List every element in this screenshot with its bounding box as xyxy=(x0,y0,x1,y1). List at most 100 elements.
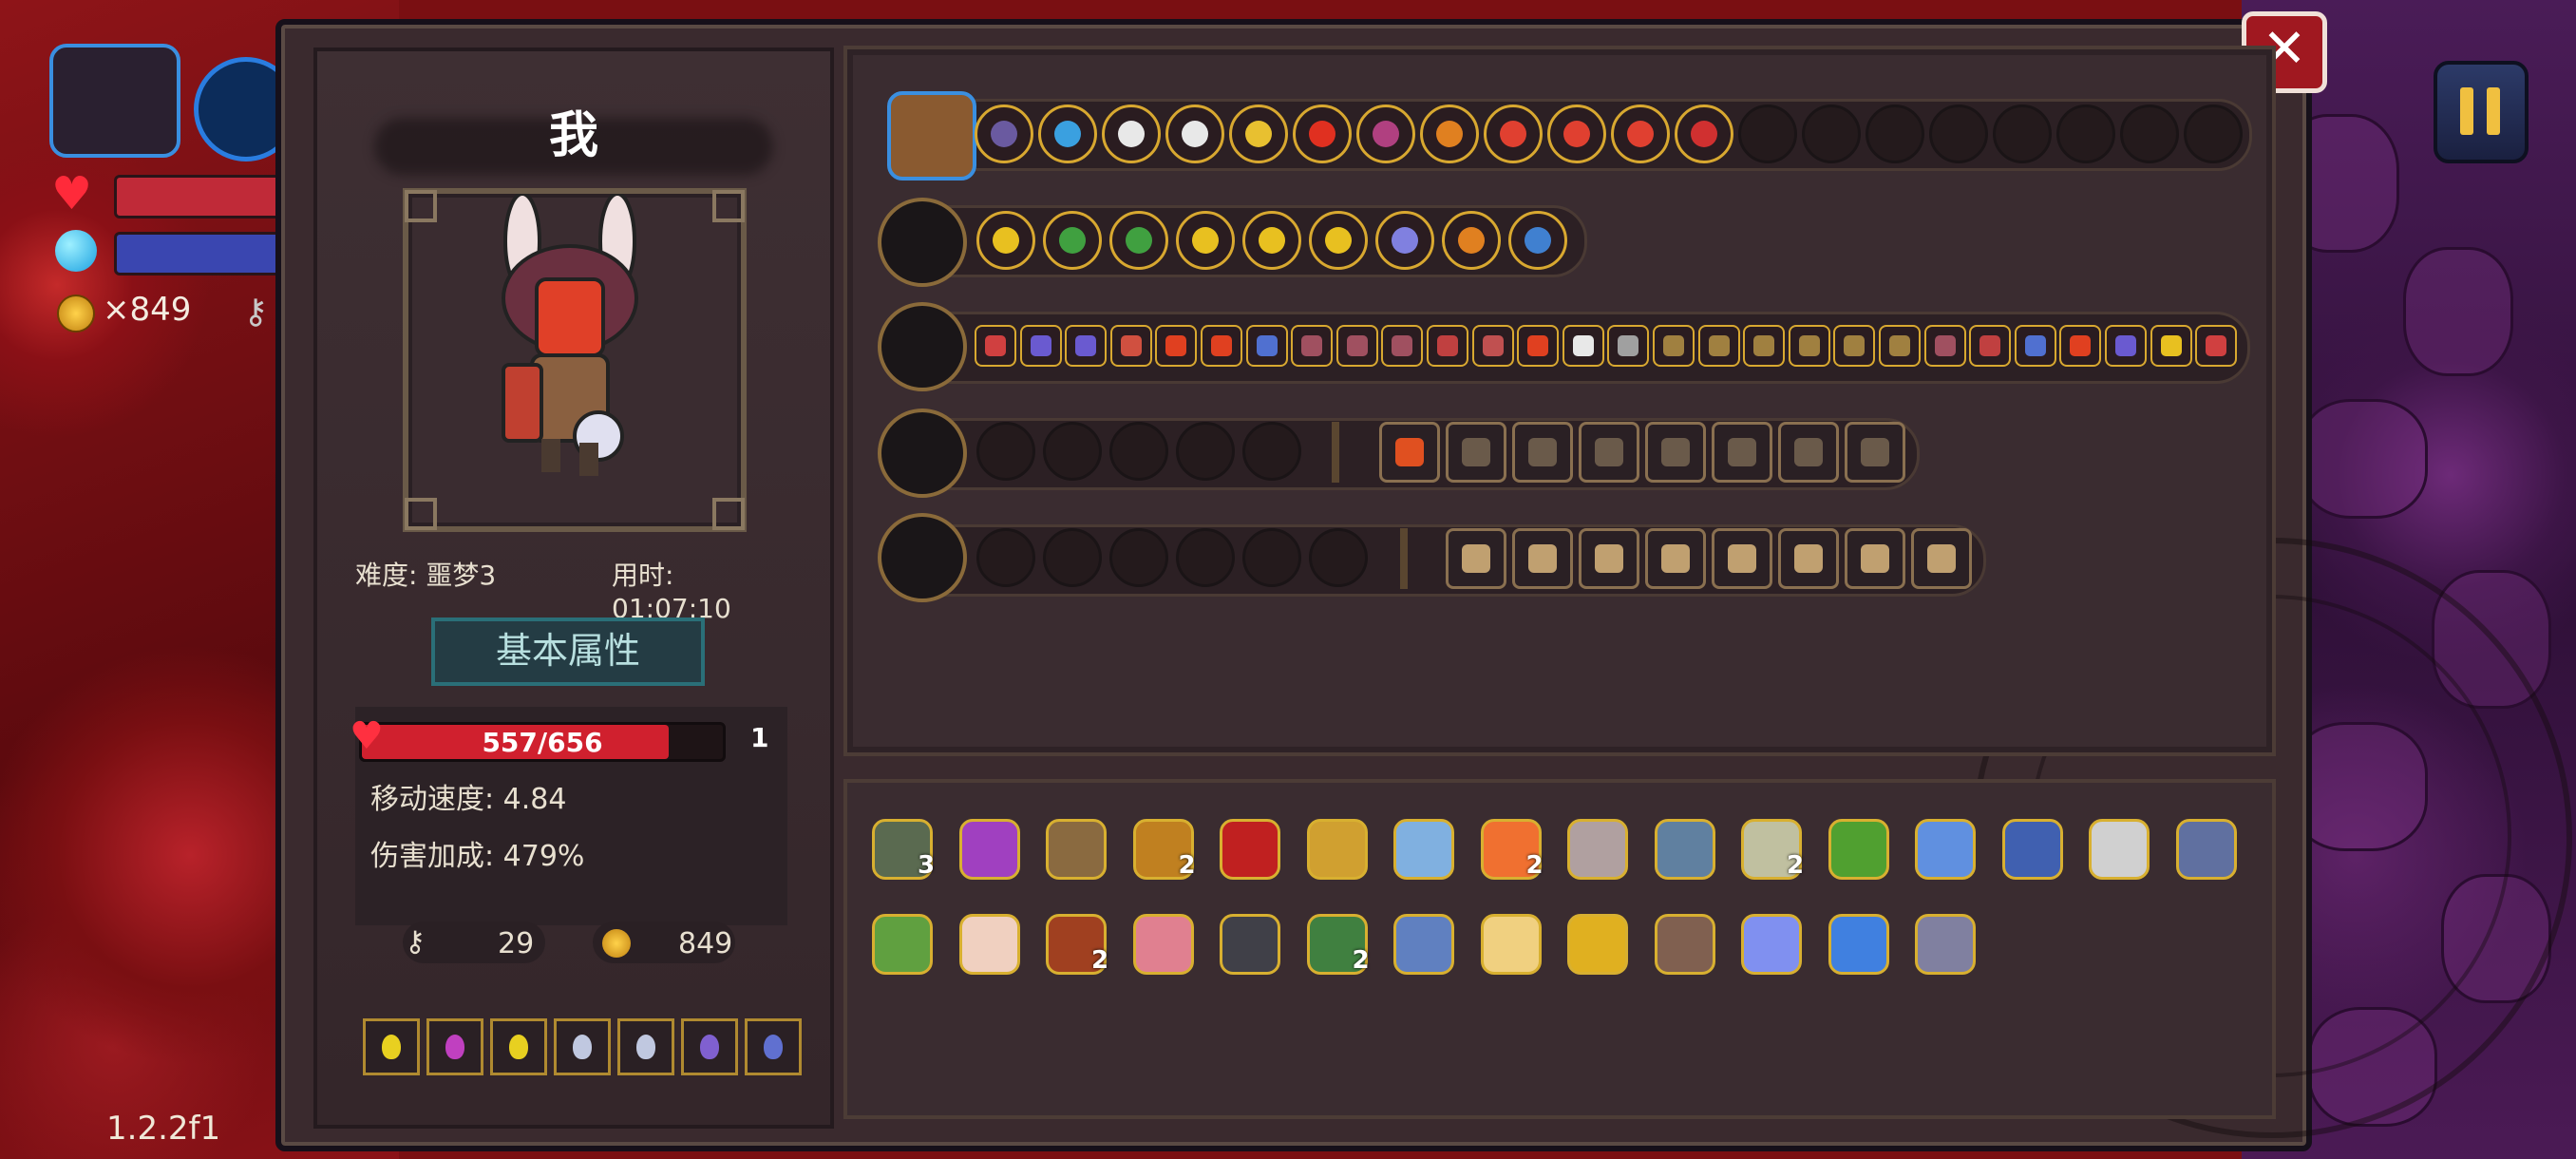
passive-item[interactable]: 3 xyxy=(866,813,935,880)
upgrade-card-icon[interactable] xyxy=(1911,528,1972,589)
upgrade-icon[interactable] xyxy=(1607,325,1650,367)
upgrade-icon[interactable] xyxy=(2105,325,2147,367)
upgrade-icon[interactable] xyxy=(1743,325,1786,367)
passive-item[interactable] xyxy=(1040,813,1107,880)
upgrade-icon[interactable] xyxy=(1420,104,1479,163)
upgrade-card-icon[interactable] xyxy=(1778,422,1839,483)
passive-item[interactable] xyxy=(2083,813,2150,880)
upgrade-icon[interactable] xyxy=(1335,325,1378,367)
upgrade-icon[interactable] xyxy=(1879,325,1921,367)
upgrade-icon[interactable] xyxy=(1969,325,2012,367)
upgrade-icon[interactable] xyxy=(975,325,1016,367)
upgrade-card-icon[interactable] xyxy=(1446,422,1506,483)
upgrade-icon[interactable] xyxy=(1043,211,1102,270)
upgrade-icon[interactable] xyxy=(1165,104,1224,163)
passive-item[interactable]: 2 xyxy=(1301,908,1370,975)
upgrade-icon[interactable] xyxy=(1109,211,1168,270)
passive-item[interactable] xyxy=(1562,813,1628,880)
passive-item[interactable] xyxy=(1649,908,1715,975)
upgrade-card-icon[interactable] xyxy=(1379,422,1440,483)
upgrade-icon[interactable] xyxy=(1291,325,1334,367)
upgrade-icon[interactable] xyxy=(975,104,1033,163)
upgrade-icon[interactable] xyxy=(1611,104,1670,163)
passive-item[interactable] xyxy=(1475,908,1542,975)
passive-item[interactable] xyxy=(1649,813,1715,880)
passive-item[interactable]: 2 xyxy=(1040,908,1108,975)
upgrade-icon[interactable] xyxy=(2195,325,2238,367)
passive-item[interactable] xyxy=(2170,813,2237,880)
passive-item[interactable] xyxy=(1214,813,1280,880)
upgrade-card-icon[interactable] xyxy=(1845,528,1905,589)
upgrade-icon[interactable] xyxy=(1375,211,1434,270)
upgrade-icon[interactable] xyxy=(1109,325,1152,367)
upgrade-icon[interactable] xyxy=(1176,211,1235,270)
potion-slot[interactable] xyxy=(617,1018,674,1075)
potion-slot[interactable] xyxy=(426,1018,483,1075)
bag-slot-icon[interactable] xyxy=(49,44,180,158)
upgrade-card-icon[interactable] xyxy=(1712,528,1772,589)
upgrade-card-icon[interactable] xyxy=(1579,422,1639,483)
upgrade-icon[interactable] xyxy=(1484,104,1543,163)
blade-weapon-slot[interactable] xyxy=(878,408,967,498)
passive-item[interactable] xyxy=(1909,813,1976,880)
upgrade-icon[interactable] xyxy=(1381,325,1424,367)
upgrade-icon[interactable] xyxy=(1102,104,1161,163)
upgrade-icon[interactable] xyxy=(1065,325,1108,367)
upgrade-icon[interactable] xyxy=(2014,325,2056,367)
upgrade-icon[interactable] xyxy=(1517,325,1560,367)
passive-item[interactable] xyxy=(954,813,1020,880)
staff-weapon-slot[interactable] xyxy=(878,513,967,602)
upgrade-card-icon[interactable] xyxy=(1645,528,1706,589)
bag-weapon-slot[interactable] xyxy=(887,91,976,180)
upgrade-icon[interactable] xyxy=(1508,211,1567,270)
upgrade-icon[interactable] xyxy=(1201,325,1242,367)
upgrade-icon[interactable] xyxy=(1038,104,1097,163)
upgrade-card-icon[interactable] xyxy=(1778,528,1839,589)
passive-item[interactable] xyxy=(1909,908,1976,975)
passive-item[interactable] xyxy=(1388,813,1454,880)
passive-item[interactable] xyxy=(1127,908,1194,975)
passive-item[interactable] xyxy=(1301,813,1368,880)
upgrade-icon[interactable] xyxy=(1229,104,1288,163)
upgrade-icon[interactable] xyxy=(1442,211,1501,270)
spear-weapon-slot[interactable] xyxy=(878,302,967,391)
passive-item[interactable] xyxy=(1823,908,1889,975)
passive-item[interactable] xyxy=(1388,908,1454,975)
upgrade-card-icon[interactable] xyxy=(1712,422,1772,483)
upgrade-icon[interactable] xyxy=(1562,325,1604,367)
potion-slot[interactable] xyxy=(363,1018,420,1075)
passive-item[interactable] xyxy=(1997,813,2063,880)
upgrade-icon[interactable] xyxy=(976,211,1035,270)
upgrade-icon[interactable] xyxy=(1675,104,1733,163)
passive-item[interactable]: 2 xyxy=(1475,813,1544,880)
potion-slot[interactable] xyxy=(681,1018,738,1075)
upgrade-card-icon[interactable] xyxy=(1845,422,1905,483)
passive-item[interactable] xyxy=(1823,813,1889,880)
upgrade-icon[interactable] xyxy=(1356,104,1415,163)
passive-item[interactable] xyxy=(866,908,933,975)
passive-item[interactable] xyxy=(1562,908,1628,975)
potion-slot[interactable] xyxy=(490,1018,547,1075)
upgrade-icon[interactable] xyxy=(2059,325,2102,367)
pause-button[interactable] xyxy=(2434,61,2529,163)
passive-item[interactable] xyxy=(1214,908,1280,975)
upgrade-icon[interactable] xyxy=(1471,325,1514,367)
upgrade-icon[interactable] xyxy=(2150,325,2192,367)
passive-item[interactable] xyxy=(1735,908,1802,975)
cannon-weapon-slot[interactable] xyxy=(878,198,967,287)
upgrade-card-icon[interactable] xyxy=(1512,528,1573,589)
upgrade-icon[interactable] xyxy=(1245,325,1288,367)
upgrade-card-icon[interactable] xyxy=(1446,528,1506,589)
upgrade-card-icon[interactable] xyxy=(1512,422,1573,483)
upgrade-icon[interactable] xyxy=(1293,104,1352,163)
passive-item[interactable] xyxy=(954,908,1020,975)
upgrade-icon[interactable] xyxy=(1427,325,1468,367)
upgrade-icon[interactable] xyxy=(1155,325,1198,367)
upgrade-icon[interactable] xyxy=(1242,211,1301,270)
upgrade-card-icon[interactable] xyxy=(1579,528,1639,589)
upgrade-icon[interactable] xyxy=(1833,325,1876,367)
upgrade-icon[interactable] xyxy=(1923,325,1966,367)
potion-slot[interactable] xyxy=(554,1018,611,1075)
upgrade-card-icon[interactable] xyxy=(1645,422,1706,483)
passive-item[interactable]: 2 xyxy=(1735,813,1804,880)
